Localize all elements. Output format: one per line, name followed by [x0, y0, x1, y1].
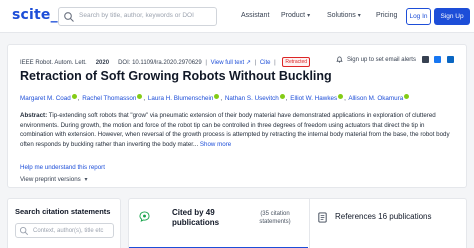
citation-search-input[interactable]: Context, author(s), title etc — [15, 223, 114, 238]
preprint-versions-label: View preprint versions — [20, 176, 81, 183]
orcid-icon — [71, 94, 77, 99]
nav-pricing[interactable]: Pricing — [376, 12, 397, 19]
tab-cited-by[interactable]: Cited by 49 publications (35 citation st… — [129, 199, 308, 248]
nav-product[interactable]: Product ▾ — [281, 12, 310, 19]
paper-card: IEEE Robot. Autom. Lett. 2020 DOI: 10.11… — [7, 44, 467, 188]
citation-search-title: Search citation statements — [15, 207, 111, 216]
help-understand-link[interactable]: Help me understand this report — [20, 164, 105, 171]
orcid-icon — [404, 94, 410, 99]
facebook-icon[interactable] — [434, 56, 442, 63]
view-full-text-label: View full text — [210, 60, 245, 66]
paper-actions: Sign up to set email alerts — [336, 56, 454, 63]
orcid-icon — [137, 94, 143, 99]
doi[interactable]: DOI: 10.1109/lra.2020.2970629 — [118, 60, 202, 66]
preprint-versions-toggle[interactable]: View preprint versions ▾ — [20, 176, 88, 183]
paper-meta: IEEE Robot. Autom. Lett. 2020 DOI: 10.11… — [20, 57, 311, 67]
nav-solutions[interactable]: Solutions ▾ — [327, 12, 361, 19]
citation-statements-count: (35 citation statements) — [259, 211, 291, 225]
external-link-icon: ↗ — [245, 60, 251, 66]
search-input[interactable]: Search by title, author, keywords or DOI — [58, 7, 217, 26]
orcid-icon — [279, 94, 285, 99]
author-link[interactable]: Margaret M. Coad — [20, 95, 71, 102]
orcid-icon — [338, 94, 344, 99]
author-link[interactable]: Allison M. Okamura — [348, 95, 403, 102]
search-icon — [64, 12, 74, 22]
abstract-text: Tip-extending soft robots that "grow" vi… — [20, 112, 450, 148]
paper-title: Retraction of Soft Growing Robots Withou… — [20, 69, 332, 83]
linkedin-icon[interactable] — [447, 56, 454, 63]
abstract: Abstract: Tip-extending soft robots that… — [20, 111, 458, 149]
chevron-down-icon: ▾ — [84, 177, 88, 183]
journal-name: IEEE Robot. Autom. Lett. — [20, 60, 87, 66]
twitter-icon[interactable] — [421, 56, 429, 63]
signup-button[interactable]: Sign Up — [434, 8, 470, 25]
show-more-link[interactable]: Show more — [200, 141, 231, 148]
login-button[interactable]: Log In — [406, 8, 431, 25]
search-placeholder: Search by title, author, keywords or DOI — [79, 12, 194, 19]
author-link[interactable]: Elliot W. Hawkes — [290, 95, 337, 102]
bell-icon — [336, 56, 343, 63]
author-link[interactable]: Laura H. Blumenschein — [148, 95, 213, 102]
nav-product-label: Product — [281, 12, 306, 19]
chevron-down-icon: ▾ — [357, 13, 361, 19]
document-icon — [318, 212, 327, 223]
tab-references[interactable]: References 16 publications — [309, 199, 468, 248]
view-full-text-link[interactable]: View full text ↗ — [211, 60, 251, 66]
author-link[interactable]: Nathan S. Usevitch — [225, 95, 279, 102]
citation-tabs: Cited by 49 publications (35 citation st… — [128, 198, 467, 248]
author-list: Margaret M. Coad, Rachel Thomasson, Laur… — [20, 94, 410, 102]
orcid-icon — [214, 94, 220, 99]
citation-search-panel: Search citation statements Context, auth… — [7, 198, 121, 248]
add-dashboard-button[interactable]: Sign up to set email alerts — [336, 56, 417, 64]
cite-link[interactable]: Cite — [260, 60, 271, 66]
scite-logo[interactable]: scite_ — [12, 7, 58, 23]
abstract-label: Abstract: — [20, 112, 48, 119]
email-alerts-label: Sign up to set email alerts — [346, 57, 416, 64]
publication-year: 2020 — [95, 60, 110, 66]
cited-by-label: Cited by 49 publications — [172, 208, 220, 227]
citation-search-placeholder: Context, author(s), title etc — [33, 228, 104, 234]
search-icon — [19, 226, 29, 236]
top-navbar: scite_ Search by title, author, keywords… — [0, 0, 474, 33]
nav-solutions-label: Solutions — [327, 12, 356, 19]
author-link[interactable]: Rachel Thomasson — [82, 95, 136, 102]
nav-assistant[interactable]: Assistant — [241, 12, 269, 19]
references-label: References 16 publications — [335, 212, 432, 221]
quote-bubble-icon — [139, 211, 150, 222]
retracted-badge: Retracted — [282, 57, 311, 67]
chevron-down-icon: ▾ — [307, 13, 311, 19]
